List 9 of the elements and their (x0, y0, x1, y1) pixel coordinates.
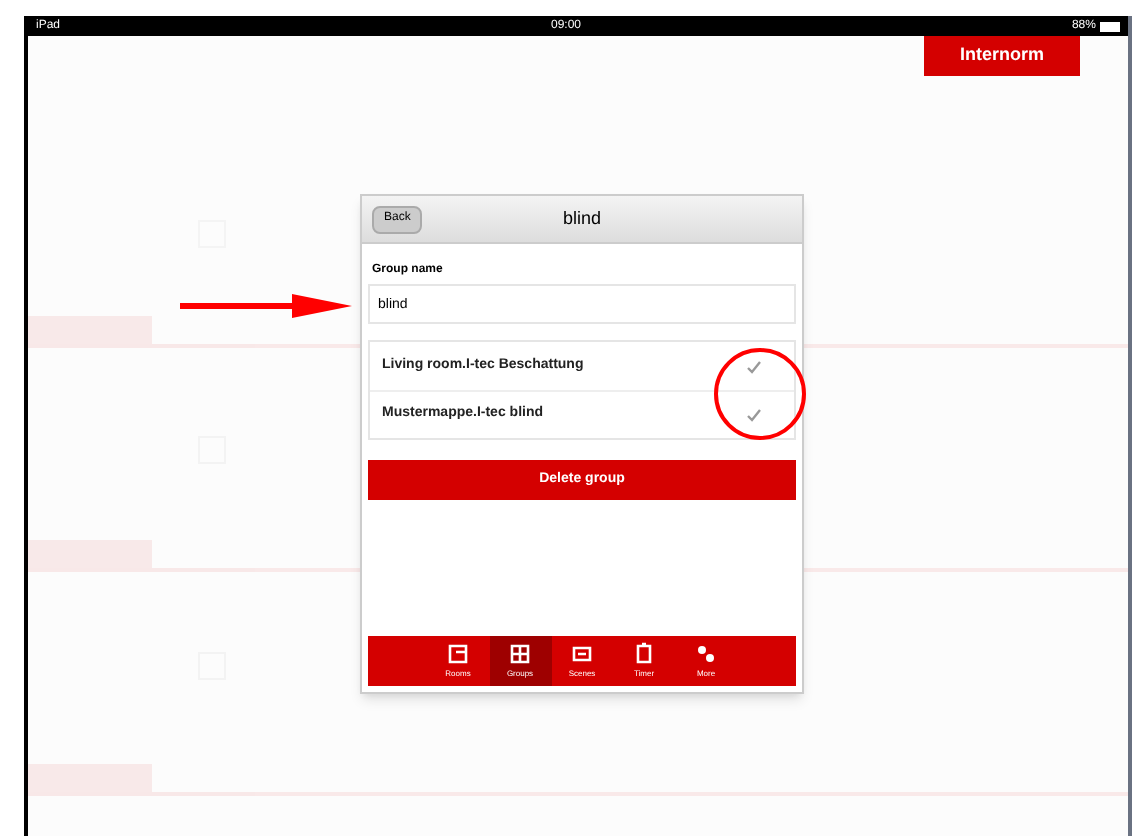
annotation-circle (712, 346, 808, 442)
tab-icon (570, 642, 594, 666)
dialog-title: blind (562, 205, 601, 232)
tab-icon (632, 642, 656, 666)
tab-icon (446, 642, 470, 666)
battery-icon (1099, 21, 1120, 31)
tab-icon (694, 642, 718, 666)
brand-button[interactable]: Internorm (924, 36, 1080, 76)
tab-icon (508, 642, 532, 666)
